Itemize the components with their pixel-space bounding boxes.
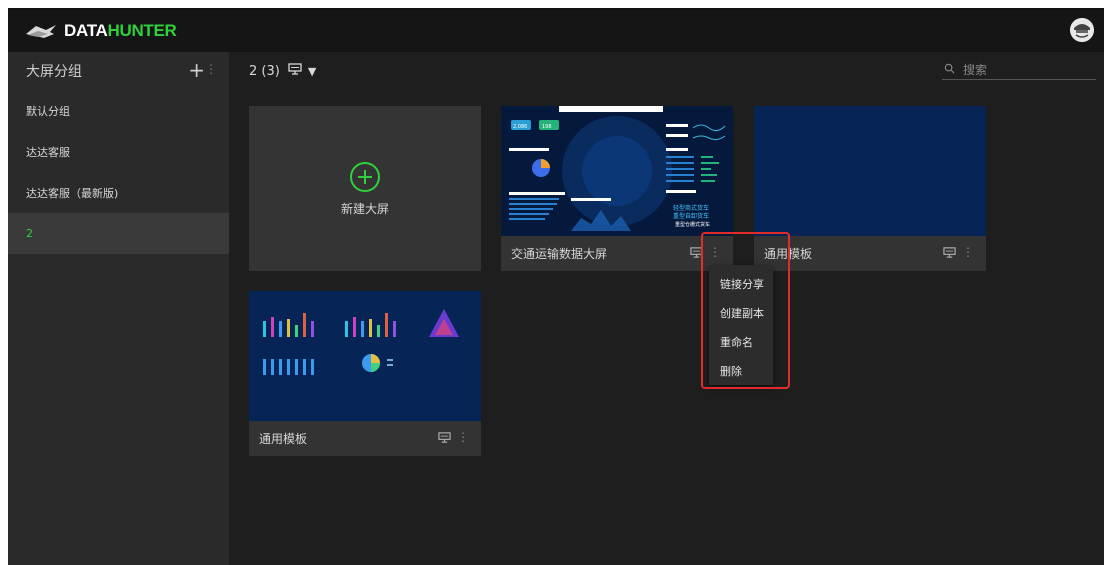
brand-name: DATAHUNTER xyxy=(64,21,177,41)
monitor-icon[interactable] xyxy=(690,246,703,262)
top-bar: DATAHUNTER xyxy=(8,10,1104,52)
thumb-text-1: 轻型商式货车 xyxy=(673,204,709,212)
search-box[interactable] xyxy=(942,60,1096,80)
screen-thumbnail[interactable]: 2,086 198 轻型商式货车 重型自卸货车 重型仓栅式货车 xyxy=(501,106,733,236)
sidebar-item-label: 达达客服（最新版) xyxy=(26,186,119,200)
new-screen-card[interactable]: 新建大屏 xyxy=(249,106,481,271)
monitor-icon xyxy=(288,62,302,80)
card-footer: 通用模板 ⋮ xyxy=(754,236,986,271)
sidebar-item-dada-cs[interactable]: 达达客服 xyxy=(8,131,229,172)
logo[interactable]: DATAHUNTER xyxy=(24,20,177,42)
search-icon xyxy=(944,63,955,77)
sidebar-header: 大屏分组 + ⋮ xyxy=(8,52,229,90)
app-window: DATAHUNTER 大屏分组 + ⋮ 默认分组 达达客服 达达客服（最新版) … xyxy=(8,8,1104,565)
brand-part-hunter: HUNTER xyxy=(107,21,177,40)
sidebar-more-icon[interactable]: ⋮ xyxy=(205,62,217,76)
thumb-text-2: 重型自卸货车 xyxy=(673,212,709,220)
main-content: 2 (3) ▼ 新建大屏 xyxy=(229,52,1104,565)
sidebar-item-default[interactable]: 默认分组 xyxy=(8,90,229,131)
card-context-menu: 链接分享 创建副本 重命名 删除 xyxy=(709,265,773,385)
user-avatar-icon xyxy=(1070,18,1094,42)
thumb-number-1: 2,086 xyxy=(513,124,527,130)
search-input[interactable] xyxy=(963,62,1073,77)
screen-thumbnail[interactable] xyxy=(754,106,986,236)
card-footer: 通用模板 ⋮ xyxy=(249,421,481,456)
screen-card-template-1[interactable]: 通用模板 ⋮ xyxy=(754,106,986,271)
sidebar-item-dada-cs-latest[interactable]: 达达客服（最新版) xyxy=(8,172,229,213)
more-vertical-icon[interactable]: ⋮ xyxy=(962,245,974,259)
group-title: 2 (3) xyxy=(249,63,280,79)
card-title: 通用模板 xyxy=(259,432,308,446)
card-title: 交通运输数据大屏 xyxy=(511,247,608,261)
template-preview-image xyxy=(249,291,481,421)
screen-card-template-2[interactable]: 通用模板 ⋮ xyxy=(249,291,481,456)
add-group-button[interactable]: + xyxy=(188,59,205,81)
menu-item-share-link[interactable]: 链接分享 xyxy=(709,269,773,298)
sidebar-item-2[interactable]: 2 xyxy=(8,213,229,254)
chevron-down-icon[interactable]: ▼ xyxy=(308,65,316,78)
user-avatar[interactable] xyxy=(1070,18,1094,42)
sidebar-item-label: 达达客服 xyxy=(26,145,70,159)
screen-card-traffic[interactable]: 2,086 198 轻型商式货车 重型自卸货车 重型仓栅式货车 交通运输数据大屏… xyxy=(501,106,733,271)
sidebar-item-label: 默认分组 xyxy=(26,104,70,118)
more-vertical-icon[interactable]: ⋮ xyxy=(709,245,721,259)
plus-icon xyxy=(350,162,380,192)
sidebar: 大屏分组 + ⋮ 默认分组 达达客服 达达客服（最新版) 2 xyxy=(8,52,229,565)
menu-item-rename[interactable]: 重命名 xyxy=(709,327,773,356)
brand-part-data: DATA xyxy=(64,21,108,40)
logo-icon xyxy=(26,25,56,38)
thumb-text-3: 重型仓栅式货车 xyxy=(675,221,710,228)
sidebar-item-label: 2 xyxy=(26,227,33,240)
group-header[interactable]: 2 (3) ▼ xyxy=(249,62,316,80)
dashboard-preview-image: 2,086 198 轻型商式货车 重型自卸货车 重型仓栅式货车 xyxy=(501,106,733,236)
sidebar-title: 大屏分组 xyxy=(26,64,82,80)
screen-thumbnail[interactable] xyxy=(249,291,481,421)
menu-item-duplicate[interactable]: 创建副本 xyxy=(709,298,773,327)
monitor-icon[interactable] xyxy=(438,431,451,447)
more-vertical-icon[interactable]: ⋮ xyxy=(457,430,469,444)
thumb-number-2: 198 xyxy=(542,124,552,130)
monitor-icon[interactable] xyxy=(943,246,956,262)
new-screen-label: 新建大屏 xyxy=(340,202,389,216)
card-title: 通用模板 xyxy=(764,247,813,261)
card-footer: 交通运输数据大屏 ⋮ xyxy=(501,236,733,271)
menu-item-delete[interactable]: 删除 xyxy=(709,356,773,385)
